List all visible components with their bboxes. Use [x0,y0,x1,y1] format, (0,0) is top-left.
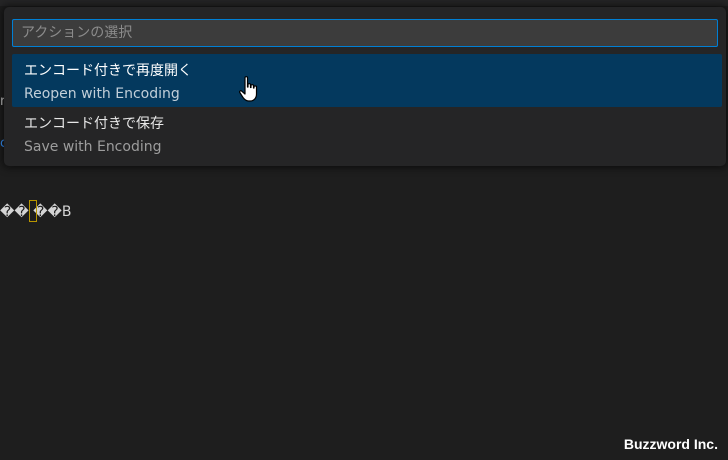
action-item-label: エンコード付きで再度開く [24,63,192,79]
action-item-description: Reopen with Encoding [24,86,180,102]
hand-pointer-icon [239,76,258,102]
search-box[interactable] [12,19,718,47]
action-item-save-with-encoding[interactable]: エンコード付きで保存 Save with Encoding [12,107,722,160]
action-item-label: エンコード付きで保存 [24,116,164,132]
action-item-description: Save with Encoding [24,139,162,155]
action-list: エンコード付きで再度開く Reopen with Encoding エンコード付… [12,54,722,160]
action-search-input[interactable] [13,20,717,46]
title-bar-strip [0,0,728,6]
quick-pick-widget: エンコード付きで再度開く Reopen with Encoding エンコード付… [4,7,726,166]
action-item-reopen-with-encoding[interactable]: エンコード付きで再度開く Reopen with Encoding [12,54,722,107]
bracket-highlight [29,200,37,222]
watermark: Buzzword Inc. [623,436,718,452]
